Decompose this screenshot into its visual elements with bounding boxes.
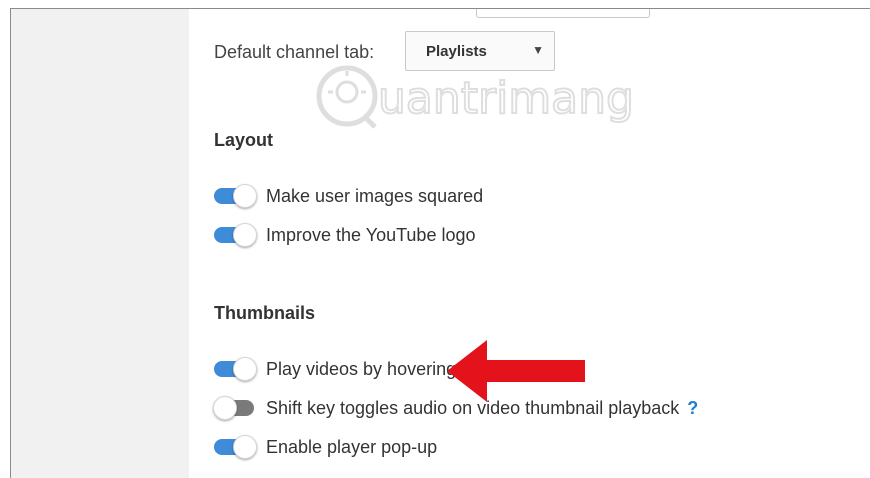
- select-value: Playlists: [426, 43, 487, 60]
- sidebar: [11, 9, 189, 478]
- setting-enable-player-popup[interactable]: Enable player pop-up: [214, 435, 437, 459]
- layout-heading: Layout: [214, 130, 274, 150]
- settings-panel: Default channel tab: Playlists ▼ Layout …: [10, 8, 870, 478]
- watermark-logo: uantrimang: [316, 65, 635, 129]
- previous-select-box[interactable]: [476, 9, 650, 18]
- red-arrow-icon: [447, 340, 585, 402]
- toggle-switch[interactable]: [214, 184, 258, 208]
- toggle-switch[interactable]: [214, 435, 258, 459]
- help-icon[interactable]: ?: [687, 398, 698, 419]
- toggle-switch[interactable]: [213, 396, 258, 420]
- default-channel-tab-select[interactable]: Playlists ▼: [405, 31, 555, 71]
- default-channel-tab-label: Default channel tab:: [214, 42, 375, 62]
- setting-improve-youtube-logo[interactable]: Improve the YouTube logo: [214, 223, 476, 247]
- setting-make-user-images-squared[interactable]: Make user images squared: [214, 184, 483, 208]
- toggle-switch[interactable]: [214, 357, 258, 381]
- chevron-down-icon: ▼: [532, 43, 544, 57]
- watermark-text: uantrimang: [378, 73, 634, 124]
- thumbnails-heading: Thumbnails: [214, 303, 316, 323]
- toggle-switch[interactable]: [214, 223, 258, 247]
- setting-label: Enable player pop-up: [266, 436, 438, 457]
- setting-label: Make user images squared: [266, 185, 484, 206]
- settings-content: Default channel tab: Playlists ▼ Layout …: [190, 9, 870, 478]
- setting-label: Improve the YouTube logo: [266, 224, 476, 245]
